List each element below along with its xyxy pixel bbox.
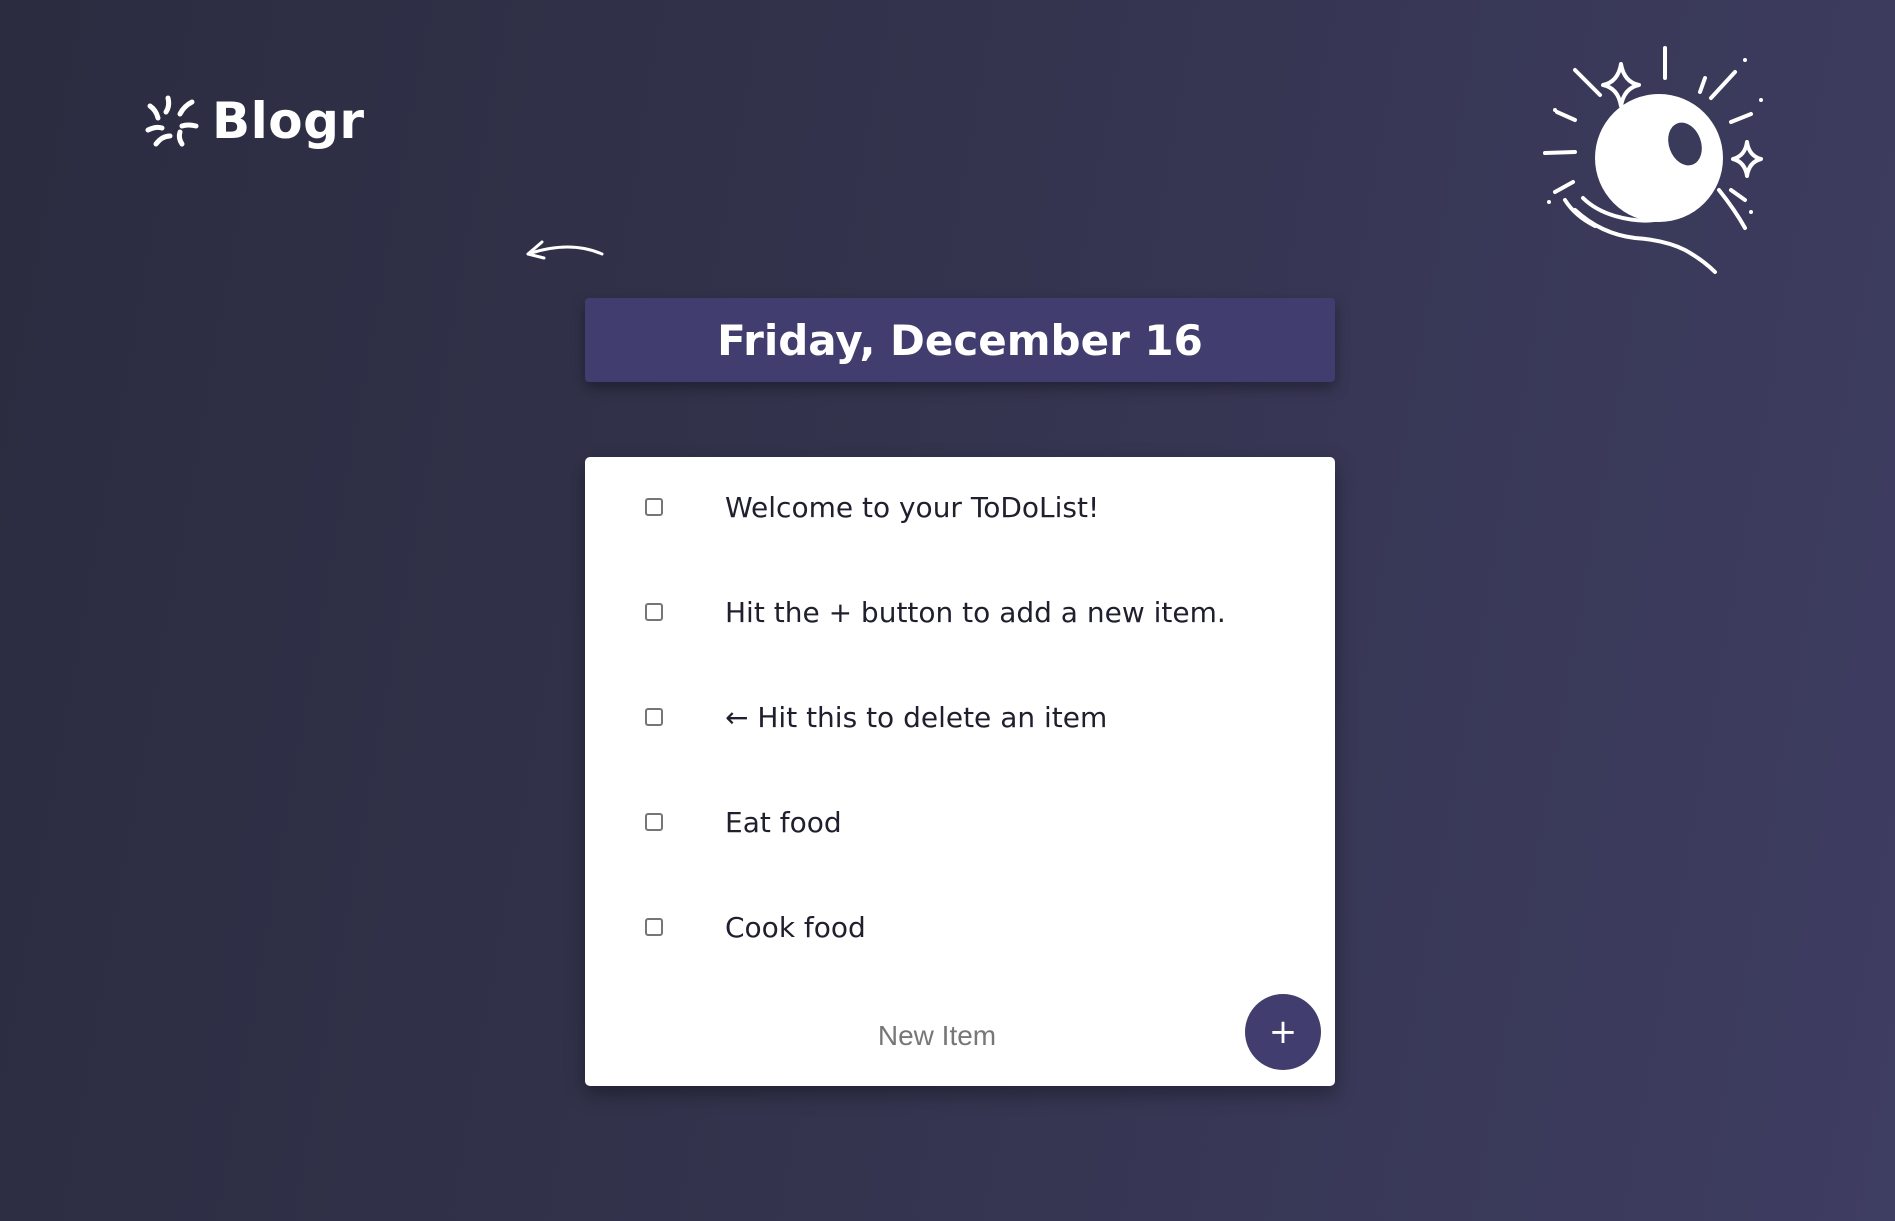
date-title: Friday, December 16	[717, 315, 1203, 365]
todo-item-label: Hit the + button to add a new item.	[725, 595, 1226, 629]
sparkle-burst-icon	[145, 95, 199, 147]
brand-logo[interactable]: Blogr	[142, 92, 365, 150]
todo-checkbox[interactable]	[645, 498, 663, 516]
curved-back-arrow-icon[interactable]	[520, 234, 606, 270]
todo-checkbox[interactable]	[645, 813, 663, 831]
todo-item-label: ← Hit this to delete an item	[725, 700, 1108, 734]
todo-checkbox[interactable]	[645, 708, 663, 726]
todo-item: Cook food	[585, 897, 1335, 957]
logo-text: Blogr	[212, 92, 365, 150]
todo-checkbox[interactable]	[645, 603, 663, 621]
todo-item-label: Welcome to your ToDoList!	[725, 490, 1100, 524]
todo-item: Welcome to your ToDoList!	[585, 477, 1335, 537]
todo-item: ← Hit this to delete an item	[585, 687, 1335, 747]
todo-card: Welcome to your ToDoList! Hit the + butt…	[585, 457, 1335, 1086]
todo-item-label: Eat food	[725, 805, 842, 839]
crystal-ball-hand-icon	[1543, 46, 1763, 274]
new-item-input[interactable]	[725, 1010, 1149, 1062]
todo-item: Hit the + button to add a new item.	[585, 582, 1335, 642]
todo-item: Eat food	[585, 792, 1335, 852]
add-item-button[interactable]: +	[1245, 994, 1321, 1070]
date-header: Friday, December 16	[585, 298, 1335, 382]
todo-checkbox[interactable]	[645, 918, 663, 936]
plus-icon: +	[1268, 1012, 1298, 1052]
todo-item-label: Cook food	[725, 910, 866, 944]
